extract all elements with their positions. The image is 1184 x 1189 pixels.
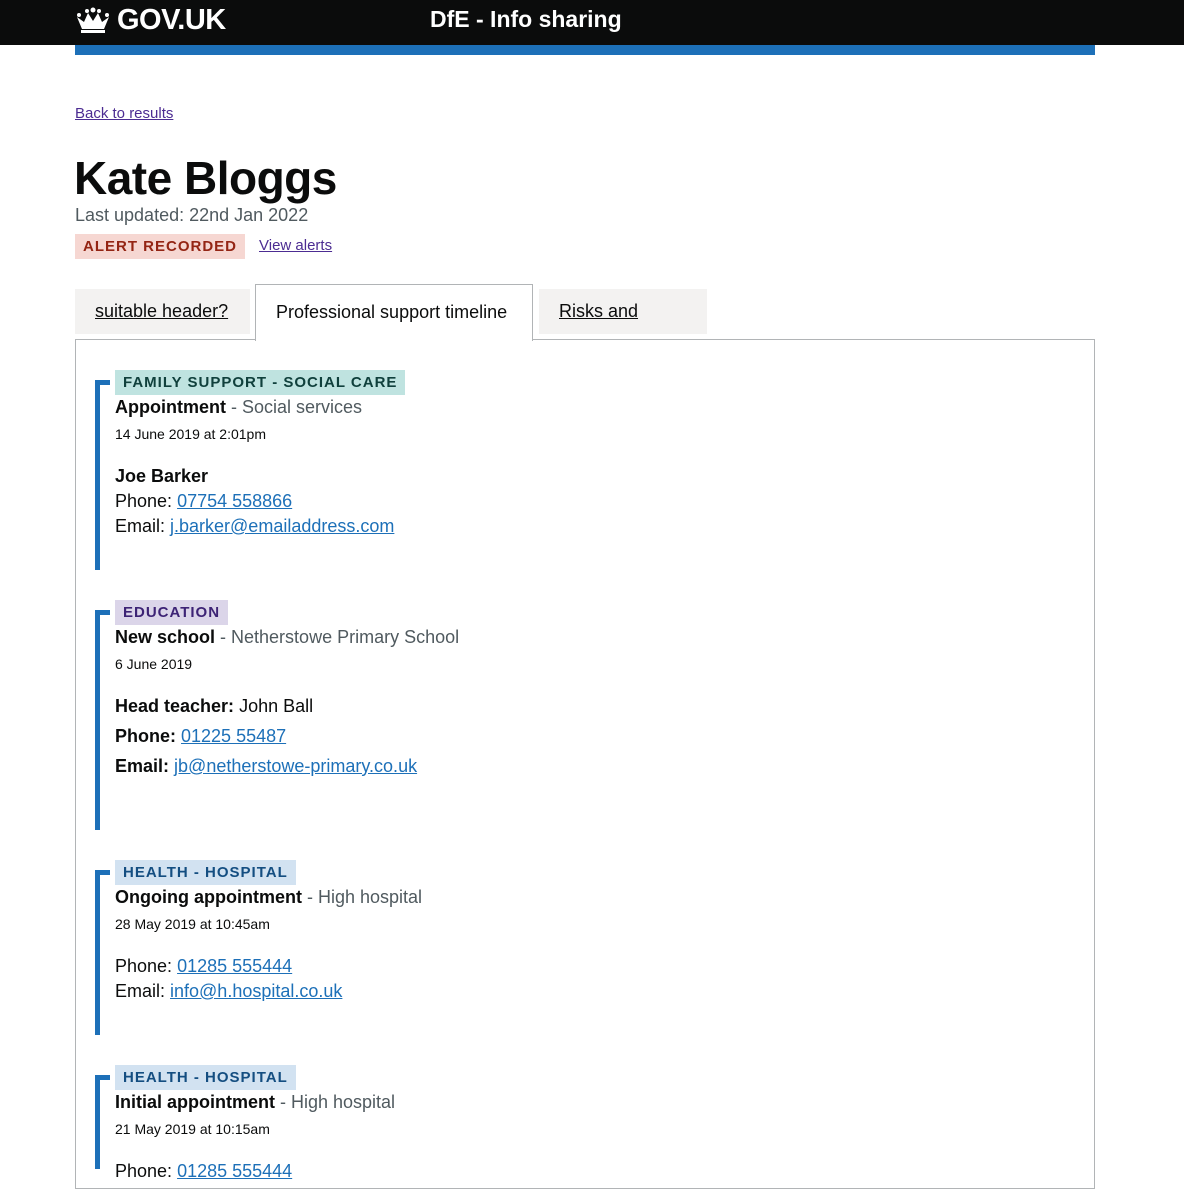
event-datetime: 21 May 2019 at 10:15am bbox=[115, 1121, 270, 1137]
site-header: GOV.UK DfE - Info sharing bbox=[0, 0, 1184, 45]
email-link[interactable]: j.barker@emailaddress.com bbox=[170, 516, 394, 536]
event-organisation: - Social services bbox=[225, 397, 363, 417]
head-teacher-value: John Ball bbox=[234, 696, 314, 716]
event-organisation: - High hospital bbox=[301, 887, 423, 907]
timeline-event: EDUCATION New school - Netherstowe Prima… bbox=[95, 600, 459, 830]
phone-label: Phone: bbox=[115, 726, 176, 746]
event-contact-block: Phone: 01285 555444 Email: info@h.hospit… bbox=[115, 954, 1015, 1004]
event-category-tag: HEALTH - HOSPITAL bbox=[115, 1065, 296, 1090]
event-datetime: 28 May 2019 at 10:45am bbox=[115, 916, 270, 932]
timeline-event: HEALTH - HOSPITAL Ongoing appointment - … bbox=[95, 860, 422, 1035]
back-to-results-link[interactable]: Back to results bbox=[75, 105, 173, 122]
crown-icon bbox=[77, 7, 109, 33]
timeline-event-content: FAMILY SUPPORT - SOCIAL CARE Appointment… bbox=[115, 370, 1015, 539]
event-datetime: 14 June 2019 at 2:01pm bbox=[115, 426, 267, 442]
head-teacher-label: Head teacher: bbox=[115, 696, 235, 716]
event-contact-block: Phone: 01285 555444 bbox=[115, 1159, 1015, 1184]
event-contact-block: Head teacher: John Ball Phone: 01225 554… bbox=[115, 691, 1015, 781]
event-title: Initial appointment bbox=[115, 1092, 275, 1112]
event-title: New school bbox=[115, 627, 216, 647]
email-label: Email: bbox=[115, 516, 171, 536]
event-title-line: Initial appointment - High hospital bbox=[115, 1090, 1015, 1115]
email-label: Email: bbox=[115, 756, 170, 776]
page-title: Kate Bloggs bbox=[74, 152, 337, 204]
event-category-tag: EDUCATION bbox=[115, 600, 229, 625]
service-name-link[interactable]: DfE - Info sharing bbox=[430, 6, 622, 33]
phone-link[interactable]: 07754 558866 bbox=[177, 491, 292, 511]
event-title-line: Ongoing appointment - High hospital bbox=[115, 885, 1015, 910]
event-title-line: Appointment - Social services bbox=[115, 395, 1015, 420]
tab-suitable-header[interactable]: suitable header? bbox=[75, 289, 250, 334]
phone-link[interactable]: 01285 555444 bbox=[177, 956, 292, 976]
event-organisation: - Netherstowe Primary School bbox=[215, 627, 460, 647]
email-link[interactable]: info@h.hospital.co.uk bbox=[170, 981, 342, 1001]
timeline-event-content: HEALTH - HOSPITAL Ongoing appointment - … bbox=[115, 860, 1015, 1004]
timeline-event: HEALTH - HOSPITAL Initial appointment - … bbox=[95, 1065, 395, 1181]
event-category-tag: HEALTH - HOSPITAL bbox=[115, 860, 296, 885]
email-label: Email: bbox=[115, 981, 171, 1001]
timeline-event: FAMILY SUPPORT - SOCIAL CARE Appointment… bbox=[95, 370, 406, 570]
phone-label: Phone: bbox=[115, 1161, 178, 1181]
event-category-tag: FAMILY SUPPORT - SOCIAL CARE bbox=[115, 370, 406, 395]
header-blue-bar bbox=[75, 45, 1095, 55]
tab-risks-and-alerts[interactable]: Risks and alerts bbox=[539, 289, 707, 366]
event-title-line: New school - Netherstowe Primary School bbox=[115, 625, 1015, 650]
logo-text: GOV.UK bbox=[117, 3, 226, 36]
phone-link[interactable]: 01225 55487 bbox=[181, 726, 286, 746]
email-link[interactable]: jb@netherstowe-primary.co.uk bbox=[174, 756, 417, 776]
phone-label: Phone: bbox=[115, 491, 178, 511]
govuk-logo-link[interactable]: GOV.UK bbox=[75, 4, 226, 36]
view-alerts-link[interactable]: View alerts bbox=[259, 237, 332, 254]
event-contact-block: Joe Barker Phone: 07754 558866 Email: j.… bbox=[115, 464, 1015, 539]
tab-professional-support-timeline[interactable]: Professional support timeline bbox=[255, 284, 533, 341]
timeline-event-content: HEALTH - HOSPITAL Initial appointment - … bbox=[115, 1065, 1015, 1184]
alert-recorded-tag: ALERT RECORDED bbox=[75, 234, 246, 259]
phone-link[interactable]: 01285 555444 bbox=[177, 1161, 292, 1181]
contact-name: Joe Barker bbox=[115, 466, 209, 486]
event-organisation: - High hospital bbox=[275, 1092, 396, 1112]
event-title: Ongoing appointment bbox=[115, 887, 302, 907]
event-datetime: 6 June 2019 bbox=[115, 656, 193, 672]
phone-label: Phone: bbox=[115, 956, 178, 976]
timeline-event-content: EDUCATION New school - Netherstowe Prima… bbox=[115, 600, 1015, 781]
last-updated-text: Last updated: 22nd Jan 2022 bbox=[75, 205, 309, 225]
event-title: Appointment bbox=[115, 397, 226, 417]
